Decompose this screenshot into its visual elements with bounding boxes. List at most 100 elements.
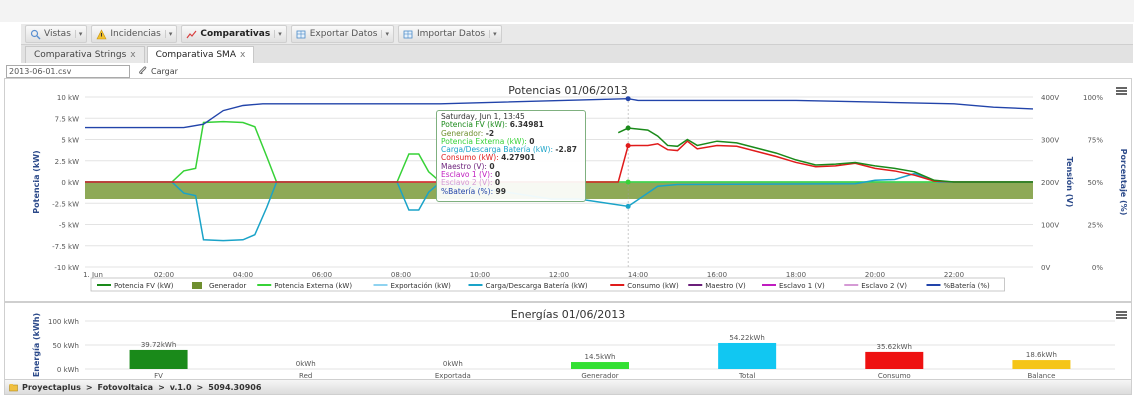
close-icon[interactable]: x bbox=[240, 50, 245, 60]
bar-data-label: 18.6kWh bbox=[1026, 351, 1057, 359]
tab-label: Comparativa Strings bbox=[34, 50, 127, 60]
chevron-down-icon[interactable]: ▾ bbox=[489, 30, 497, 38]
legend-item[interactable]: Exportación (kW) bbox=[373, 282, 452, 290]
y-tick-label: -10 kW bbox=[54, 264, 79, 272]
y-tick-label: 0 kWh bbox=[57, 366, 79, 374]
y-axis-label: Energía (kWh) bbox=[32, 313, 41, 377]
bar[interactable] bbox=[1012, 360, 1071, 369]
x-tick-label: Balance bbox=[1027, 372, 1055, 379]
legend-swatch bbox=[192, 282, 202, 289]
legend-item[interactable]: Potencia FV (kW) bbox=[97, 282, 174, 290]
menu-label: Incidencias bbox=[110, 29, 161, 39]
chevron-down-icon[interactable]: ▾ bbox=[164, 30, 172, 38]
y-tick-label: -5 kW bbox=[59, 222, 79, 230]
chart-menu-icon-2[interactable] bbox=[1116, 311, 1127, 319]
chevron-down-icon[interactable]: ▾ bbox=[274, 30, 282, 38]
tooltip-row-value: 4.27901 bbox=[501, 153, 536, 163]
legend-label: Esclavo 1 (V) bbox=[779, 282, 825, 290]
bar-data-label: 0kWh bbox=[296, 360, 316, 368]
legend-item[interactable]: Carga/Descarga Batería (kW) bbox=[468, 282, 588, 290]
tab-label: Comparativa SMA bbox=[155, 50, 236, 60]
bar[interactable] bbox=[865, 351, 924, 369]
legend-item[interactable]: Consumo (kW) bbox=[610, 282, 679, 290]
breadcrumb-item[interactable]: 5094.30906 bbox=[208, 383, 261, 392]
menu-exportar-datos[interactable]: Exportar Datos ▾ bbox=[290, 25, 394, 43]
y-axis-label: Potencia (kW) bbox=[32, 150, 41, 213]
y-right2-tick-label: 75% bbox=[1087, 137, 1103, 145]
menu-incidencias[interactable]: Incidencias ▾ bbox=[91, 25, 178, 43]
table-import-icon bbox=[403, 29, 414, 40]
tab-comparativa-strings[interactable]: Comparativa Strings x bbox=[25, 46, 145, 63]
file-input[interactable]: 2013-06-01.csv bbox=[6, 64, 130, 78]
tooltip-row-label: %Batería (%) bbox=[441, 186, 491, 196]
legend-label: Consumo (kW) bbox=[627, 282, 679, 290]
breadcrumb-item[interactable]: Proyectaplus bbox=[22, 383, 81, 392]
y-tick-label: 2.5 kW bbox=[55, 158, 79, 166]
series-line-0 bbox=[617, 127, 1033, 183]
breadcrumb-item[interactable]: Fotovoltaica bbox=[98, 383, 154, 392]
y-tick-label: 10 kW bbox=[57, 94, 79, 102]
y-right2-axis-label: Porcentaje (%) bbox=[1119, 149, 1128, 216]
chart-title: Energías 01/06/2013 bbox=[511, 308, 625, 321]
bar[interactable] bbox=[129, 349, 188, 369]
chart-menu-icon[interactable] bbox=[1116, 87, 1127, 95]
bar-data-label: 39.72kWh bbox=[141, 341, 176, 349]
chart-title: Potencias 01/06/2013 bbox=[508, 84, 628, 97]
legend-item[interactable]: Esclavo 1 (V) bbox=[762, 282, 825, 290]
y-right-tick-label: 100V bbox=[1041, 222, 1059, 230]
hover-marker bbox=[625, 203, 631, 209]
chart-line-icon bbox=[186, 29, 197, 40]
x-tick-label: Red bbox=[299, 372, 312, 379]
bar[interactable] bbox=[718, 342, 777, 369]
menu-label: Importar Datos bbox=[416, 29, 486, 39]
y-right-tick-label: 400V bbox=[1041, 94, 1059, 102]
menu-label: Vistas bbox=[44, 29, 71, 39]
x-tick-label: Generador bbox=[581, 372, 618, 379]
y-tick-label: 50 kWh bbox=[52, 342, 79, 350]
breadcrumb-separator: > bbox=[85, 382, 93, 392]
chevron-down-icon[interactable]: ▾ bbox=[74, 30, 82, 38]
close-icon[interactable]: x bbox=[130, 50, 135, 60]
chevron-down-icon[interactable]: ▾ bbox=[381, 30, 389, 38]
legend-label: Maestro (V) bbox=[705, 282, 746, 290]
y-tick-label: 100 kWh bbox=[48, 318, 79, 326]
table-export-icon bbox=[296, 29, 307, 40]
breadcrumb-item[interactable]: v.1.0 bbox=[170, 383, 192, 392]
search-icon bbox=[30, 29, 41, 40]
tab-comparativa-sma[interactable]: Comparativa SMA x bbox=[146, 46, 255, 63]
chart-tooltip: Saturday, Jun 1, 13:45 Potencia FV (kW):… bbox=[436, 110, 586, 202]
menu-importar-datos[interactable]: Importar Datos ▾ bbox=[397, 25, 502, 43]
bar[interactable] bbox=[571, 362, 629, 369]
bar-data-label: 0kWh bbox=[443, 360, 463, 368]
paperclip-icon bbox=[139, 66, 147, 75]
tooltip-row-value: -2.87 bbox=[555, 145, 577, 155]
window-top-strip bbox=[0, 0, 1134, 22]
y-tick-label: 5 kW bbox=[61, 137, 79, 145]
hover-marker bbox=[625, 143, 631, 149]
bar-data-label: 35.62kWh bbox=[877, 343, 912, 351]
menu-comparativas[interactable]: Comparativas ▾ bbox=[181, 25, 287, 43]
menu-vistas[interactable]: Vistas ▾ bbox=[25, 25, 88, 43]
legend-item[interactable]: Potencia Externa (kW) bbox=[257, 282, 352, 290]
breadcrumb-separator: > bbox=[196, 382, 204, 392]
menu-label: Comparativas bbox=[200, 29, 271, 39]
x-tick-label: Total bbox=[738, 372, 755, 379]
breadcrumb: Proyectaplus > Fotovoltaica > v.1.0 >5094.309… bbox=[4, 379, 1132, 395]
load-button[interactable]: Cargar bbox=[138, 66, 178, 76]
x-tick-label: Consumo bbox=[878, 372, 911, 379]
tab-bar: Comparativa Strings x Comparativa SMA x bbox=[21, 45, 1133, 63]
legend-item[interactable]: Maestro (V) bbox=[688, 282, 746, 290]
tooltip-row: %Batería (%): 99 bbox=[441, 186, 506, 196]
tooltip-row-value: 99 bbox=[495, 186, 506, 196]
chart-legend: Potencia FV (kW) Generador Potencia Extern… bbox=[90, 277, 1005, 292]
y-right-tick-label: 300V bbox=[1041, 137, 1059, 145]
legend-item[interactable]: Generador bbox=[192, 282, 246, 290]
tooltip-row-value: 6.34981 bbox=[509, 120, 544, 130]
y-tick-label: -7.5 kW bbox=[52, 243, 79, 251]
legend-label: Exportación (kW) bbox=[391, 282, 452, 290]
warning-icon bbox=[96, 28, 107, 40]
y-right-axis-label: Tensión (V) bbox=[1065, 157, 1075, 208]
y-tick-label: 7.5 kW bbox=[55, 115, 79, 123]
legend-item[interactable]: %Batería (%) bbox=[926, 282, 991, 290]
legend-item[interactable]: Esclavo 2 (V) bbox=[844, 282, 907, 290]
